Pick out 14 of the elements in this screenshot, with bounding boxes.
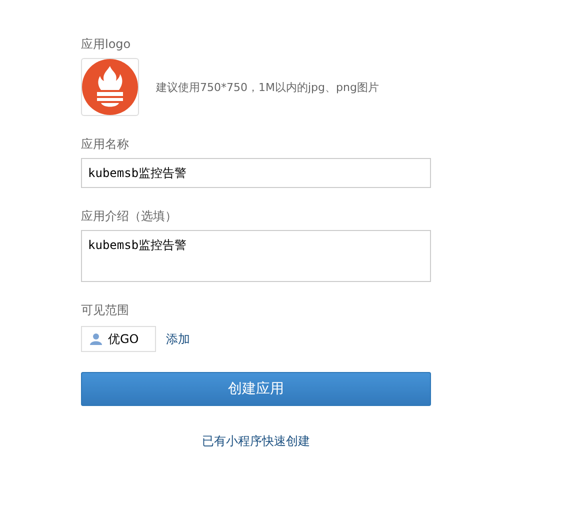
app-intro-textarea[interactable]: kubemsb监控告警 xyxy=(81,230,431,282)
app-intro-label: 应用介绍（选填） xyxy=(81,208,178,224)
member-name: 优GO xyxy=(108,330,139,348)
app-name-label: 应用名称 xyxy=(81,136,130,152)
visibility-label: 可见范围 xyxy=(81,302,130,318)
app-name-input[interactable]: kubemsb监控告警 xyxy=(81,158,431,188)
logo-label: 应用logo xyxy=(81,36,132,52)
quick-create-link[interactable]: 已有小程序快速创建 xyxy=(202,434,310,448)
add-link[interactable]: 添加 xyxy=(166,330,190,348)
logo-hint: 建议使用750*750，1M以内的jpg、png图片 xyxy=(156,80,379,94)
user-icon xyxy=(90,333,102,345)
logo-picture-frame[interactable] xyxy=(81,58,139,116)
create-app-button[interactable]: 创建应用 xyxy=(81,372,431,406)
flame-logo-icon xyxy=(82,59,138,115)
